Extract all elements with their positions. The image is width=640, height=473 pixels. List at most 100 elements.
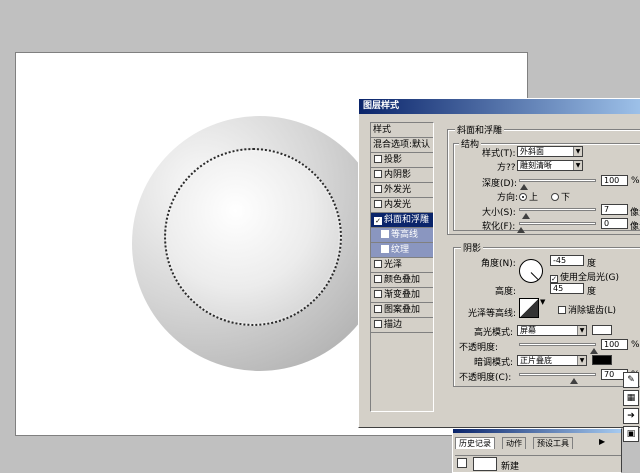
shadow-opacity-slider[interactable] [519, 373, 596, 384]
highlight-opacity-label: 不透明度: [459, 343, 499, 353]
altitude-label: 高度: [495, 287, 517, 297]
highlight-mode-select[interactable]: 屏幕 ▼ [517, 325, 587, 336]
checkbox-icon[interactable] [374, 275, 382, 283]
checkbox-icon[interactable] [374, 290, 382, 298]
style-select[interactable]: 外斜面 ▼ [517, 146, 583, 157]
style-list-item-texture[interactable]: 纹理 [371, 243, 433, 258]
arrow-icon[interactable]: ➔ [623, 408, 639, 424]
shadow-mode-label: 暗调模式: [474, 358, 514, 368]
selection-circle [164, 148, 342, 326]
altitude-unit: 度 [587, 287, 597, 297]
style-list-item-blending[interactable]: 混合选项:默认 [371, 138, 433, 153]
highlight-color-swatch[interactable] [592, 325, 612, 335]
style-list-item-gradient-overlay[interactable]: 渐变叠加 [371, 288, 433, 303]
soften-input[interactable]: 0 [601, 218, 628, 229]
dialog-title: 图层样式 [359, 99, 640, 114]
checkbox-icon[interactable] [374, 260, 382, 268]
checkbox-icon[interactable] [374, 200, 382, 208]
shading-title: 阴影 [461, 241, 484, 254]
tab-history[interactable]: 历史记录 [455, 437, 495, 449]
tab-tool-presets[interactable]: 预设工具 [533, 437, 573, 449]
chevron-down-icon: ▼ [577, 356, 586, 365]
panel-menu-icon[interactable]: ▶ [599, 437, 605, 446]
direction-down-option[interactable]: 下 [551, 190, 570, 203]
history-row-label: 新建 [501, 462, 520, 472]
altitude-input[interactable]: 45 [550, 283, 584, 294]
direction-up-option[interactable]: 上 [519, 190, 538, 203]
checkbox-icon[interactable] [374, 305, 382, 313]
technique-select[interactable]: 雕刻清晰 ▼ [517, 160, 583, 171]
slider-thumb-icon[interactable] [522, 213, 530, 219]
style-list-item-styles[interactable]: 样式 [371, 123, 433, 138]
depth-label: 深度(D): [482, 179, 517, 189]
swatch-icon[interactable]: ▦ [623, 390, 639, 406]
shadow-opacity-label: 不透明度(C): [459, 373, 512, 383]
checkbox-checked-icon[interactable]: ✓ [374, 217, 382, 225]
snapshot-thumbnail [473, 457, 497, 471]
style-list-item-color-overlay[interactable]: 颜色叠加 [371, 273, 433, 288]
angle-label: 角度(N): [481, 259, 516, 269]
soften-unit: 像素 [630, 222, 640, 232]
angle-input[interactable]: -45 [550, 255, 584, 266]
tab-actions[interactable]: 动作 [502, 437, 526, 449]
soften-label: 软化(F): [482, 222, 516, 232]
angle-unit: 度 [587, 259, 597, 269]
style-list-item-inner-shadow[interactable]: 内阴影 [371, 168, 433, 183]
bevel-group-title: 斜面和浮雕 [455, 123, 505, 136]
slider-thumb-icon[interactable] [570, 378, 578, 384]
checkbox-icon[interactable] [381, 245, 389, 253]
global-light-option[interactable]: ✓ 使用全局光(G) [550, 270, 619, 283]
gloss-contour-label: 光泽等高线: [468, 309, 517, 319]
style-label: 样式(T): [482, 149, 516, 159]
radio-icon[interactable] [551, 193, 559, 201]
checkbox-icon[interactable] [374, 320, 382, 328]
style-list-item-drop-shadow[interactable]: 投影 [371, 153, 433, 168]
style-list-item-pattern-overlay[interactable]: 图案叠加 [371, 303, 433, 318]
checkbox-icon[interactable] [374, 170, 382, 178]
chevron-down-icon: ▼ [573, 161, 582, 170]
highlight-opacity-input[interactable]: 100 [601, 339, 628, 350]
chevron-down-icon: ▼ [573, 147, 582, 156]
checkbox-icon[interactable] [374, 155, 382, 163]
style-list-item-satin[interactable]: 光泽 [371, 258, 433, 273]
checkbox-icon[interactable] [381, 230, 389, 238]
slider-thumb-icon[interactable] [590, 348, 598, 354]
slider-thumb-icon[interactable] [517, 227, 525, 233]
chevron-down-icon[interactable]: ▼ [540, 298, 545, 306]
highlight-opacity-unit: % [631, 340, 640, 350]
style-list: 样式 混合选项:默认 投影 内阴影 外发光 内发光 ✓ 斜面和浮雕 等高线 纹理 … [370, 122, 434, 412]
highlight-opacity-slider[interactable] [519, 343, 598, 354]
brush-icon[interactable]: ✎ [623, 372, 639, 388]
checkbox-icon[interactable] [374, 185, 382, 193]
shadow-mode-select[interactable]: 正片叠底 ▼ [517, 355, 587, 366]
size-label: 大小(S): [482, 208, 516, 218]
size-input[interactable]: 7 [601, 204, 628, 215]
palette-well: ✎ ▦ ➔ ▣ [622, 370, 640, 473]
depth-slider[interactable] [519, 179, 596, 190]
shadow-color-swatch[interactable] [592, 355, 612, 365]
depth-input[interactable]: 100 [601, 175, 628, 186]
history-brush-icon[interactable] [457, 458, 467, 468]
angle-dial-icon[interactable] [519, 259, 543, 283]
structure-title: 结构 [459, 137, 482, 150]
size-slider[interactable] [519, 208, 596, 219]
style-list-item-stroke[interactable]: 描边 [371, 318, 433, 333]
depth-unit: % [631, 176, 640, 186]
style-list-item-contour[interactable]: 等高线 [371, 228, 433, 243]
checkbox-checked-icon[interactable]: ✓ [550, 275, 558, 283]
panel-titlebar[interactable] [453, 429, 621, 433]
checkbox-icon[interactable] [558, 306, 566, 314]
anti-alias-option[interactable]: 消除锯齿(L) [558, 303, 616, 316]
style-list-item-outer-glow[interactable]: 外发光 [371, 183, 433, 198]
gloss-contour-preview[interactable] [519, 298, 539, 318]
highlight-mode-label: 高光模式: [474, 328, 514, 338]
soften-slider[interactable] [517, 222, 596, 233]
navigator-icon[interactable]: ▣ [623, 426, 639, 442]
technique-label: 方?? [497, 163, 516, 173]
history-panel: 历史记录 动作 预设工具 ▶ 新建 [452, 428, 622, 473]
chevron-down-icon: ▼ [577, 326, 586, 335]
radio-selected-icon[interactable] [519, 193, 527, 201]
history-row[interactable]: 新建 [455, 455, 621, 472]
style-list-item-inner-glow[interactable]: 内发光 [371, 198, 433, 213]
style-list-item-bevel-emboss[interactable]: ✓ 斜面和浮雕 [371, 213, 433, 228]
